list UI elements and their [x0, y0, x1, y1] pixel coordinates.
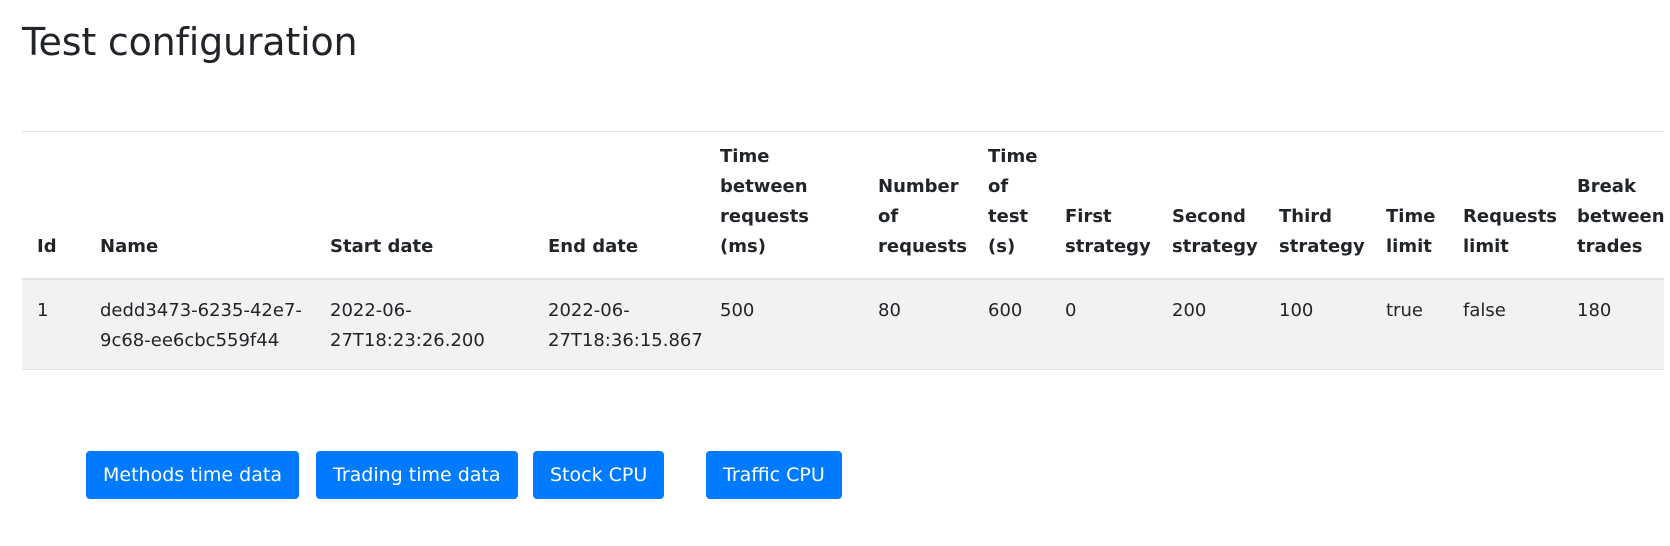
- trading-time-data-button[interactable]: Trading time data: [316, 451, 518, 499]
- cell-first-strategy: 0: [1051, 279, 1158, 370]
- column-header-id: Id: [22, 131, 86, 280]
- cell-second-strategy: 200: [1158, 279, 1265, 370]
- stock-cpu-button[interactable]: Stock CPU: [533, 451, 665, 499]
- column-header-time-limit: Time limit: [1372, 131, 1449, 280]
- cell-number-of-requests: 80: [864, 279, 974, 370]
- row-divider-gap: [846, 371, 1670, 375]
- test-configuration-table-wrapper: Id Name Start date End date Time between…: [22, 131, 1665, 370]
- cell-time-between-requests: 500: [706, 279, 864, 370]
- column-header-start-date: Start date: [316, 131, 534, 280]
- traffic-cpu-button[interactable]: Traffic CPU: [706, 451, 842, 499]
- cell-requests-limit: false: [1449, 279, 1563, 370]
- cell-time-limit: true: [1372, 279, 1449, 370]
- table-header-row: Id Name Start date End date Time between…: [22, 131, 1665, 280]
- cell-name: dedd3473-6235-42e7-9c68-ee6cbc559f44: [86, 279, 316, 370]
- column-header-second-strategy: Second strategy: [1158, 131, 1265, 280]
- cell-start-date: 2022-06-27T18:23:26.200: [316, 279, 534, 370]
- column-header-break-between-trades: Break between trades: [1563, 131, 1665, 280]
- methods-time-data-button[interactable]: Methods time data: [86, 451, 299, 499]
- page-title: Test configuration: [22, 20, 358, 64]
- test-configuration-page: Test configuration Id Name Start date En…: [0, 0, 1670, 546]
- cell-end-date: 2022-06-27T18:36:15.867: [534, 279, 706, 370]
- column-header-time-between-requests: Time between requests (ms): [706, 131, 864, 280]
- column-header-time-of-test: Time of test (s): [974, 131, 1051, 280]
- cell-third-strategy: 100: [1265, 279, 1372, 370]
- column-header-number-of-requests: Number of requests: [864, 131, 974, 280]
- cell-id: 1: [22, 279, 86, 370]
- cell-time-of-test: 600: [974, 279, 1051, 370]
- test-configuration-table: Id Name Start date End date Time between…: [22, 131, 1665, 370]
- cell-break-between-trades: 180: [1563, 279, 1664, 370]
- column-header-third-strategy: Third strategy: [1265, 131, 1372, 280]
- column-header-name: Name: [86, 131, 316, 280]
- column-header-requests-limit: Requests limit: [1449, 131, 1563, 280]
- column-header-first-strategy: First strategy: [1051, 131, 1158, 280]
- table-row: 1 dedd3473-6235-42e7-9c68-ee6cbc559f44 2…: [22, 279, 1664, 370]
- column-header-end-date: End date: [534, 131, 706, 280]
